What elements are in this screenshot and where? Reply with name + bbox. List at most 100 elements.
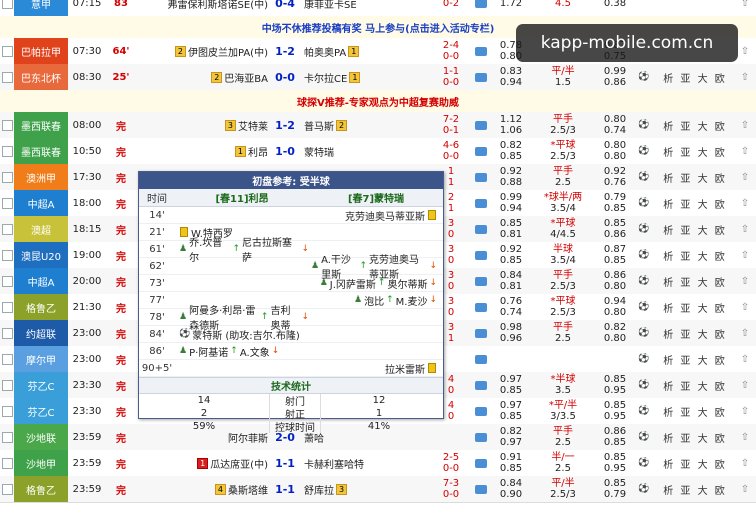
pin-top-icon[interactable]: ⇧ bbox=[736, 398, 754, 424]
pin-top-icon[interactable]: ⇧ bbox=[736, 242, 754, 268]
league-label[interactable]: 中超A bbox=[14, 190, 68, 216]
ball-icon[interactable]: ⚽ bbox=[634, 216, 654, 242]
odds-toggle-icon[interactable] bbox=[470, 38, 492, 64]
pin-top-icon[interactable]: ⇧ bbox=[736, 268, 754, 294]
row-checkbox[interactable] bbox=[2, 112, 13, 138]
row-checkbox[interactable] bbox=[2, 0, 13, 16]
row-checkbox[interactable] bbox=[2, 242, 13, 268]
score[interactable]: 1-2 bbox=[270, 112, 300, 138]
analysis-links[interactable]: 析 亚 大 欧 bbox=[656, 294, 734, 320]
analysis-links[interactable]: 析 亚 大 欧 bbox=[656, 268, 734, 294]
league-label[interactable]: 芬乙C bbox=[14, 398, 68, 424]
analysis-links[interactable]: 析 亚 大 欧 bbox=[656, 476, 734, 502]
score[interactable]: 1-1 bbox=[270, 450, 300, 476]
away-team[interactable]: 卡尔拉CE 1 bbox=[302, 64, 434, 90]
home-team[interactable]: 弗雷保利斯塔诺SE(中) bbox=[138, 0, 270, 16]
away-team[interactable]: 蒙特瑞 bbox=[302, 138, 434, 164]
analysis-links[interactable]: 析 亚 大 欧 bbox=[656, 190, 734, 216]
away-team[interactable]: 康菲亚卡SE bbox=[302, 0, 434, 16]
table-row[interactable]: 墨西联春 10:50 完 1 利昂 1-0 蒙特瑞 4-6 0-0 0.82 0.85 *平球 2.5/… bbox=[0, 138, 756, 165]
table-row[interactable]: 意甲 07:15 83 弗雷保利斯塔诺SE(中) 0-4 康菲亚卡SE 0-2 1.72 4.5… bbox=[0, 0, 756, 17]
analysis-links[interactable]: 析 亚 大 欧 bbox=[656, 450, 734, 476]
table-row[interactable]: 格鲁乙 23:59 完 4 桑斯塔维 1-1 舒库拉 3 7-3 0-0 0.84 0.90 平/半 2.… bbox=[0, 476, 756, 503]
row-checkbox[interactable] bbox=[2, 190, 13, 216]
league-label[interactable]: 中超A bbox=[14, 268, 68, 294]
analysis-links[interactable] bbox=[656, 0, 734, 16]
odds-toggle-icon[interactable] bbox=[470, 398, 492, 424]
pin-top-icon[interactable]: ⇧ bbox=[736, 372, 754, 398]
analysis-links[interactable]: 析 亚 大 欧 bbox=[656, 216, 734, 242]
ball-icon[interactable]: ⚽ bbox=[634, 64, 654, 90]
home-team[interactable]: 1 瓜达席亚(中) bbox=[138, 450, 270, 476]
league-label[interactable]: 约超联 bbox=[14, 320, 68, 346]
pin-top-icon[interactable]: ⇧ bbox=[736, 424, 754, 450]
pin-top-icon[interactable]: ⇧ bbox=[736, 346, 754, 372]
score[interactable]: 1-0 bbox=[270, 138, 300, 164]
analysis-links[interactable]: 析 亚 大 欧 bbox=[656, 138, 734, 164]
pin-top-icon[interactable]: ⇧ bbox=[736, 216, 754, 242]
row-checkbox[interactable] bbox=[2, 138, 13, 164]
home-team[interactable]: 2 伊图皮兰加PA(中) bbox=[138, 38, 270, 64]
row-checkbox[interactable] bbox=[2, 164, 13, 190]
ball-icon[interactable]: ⚽ bbox=[634, 476, 654, 502]
score[interactable]: 1-1 bbox=[270, 476, 300, 502]
away-team[interactable]: 帕奥奥PA 1 bbox=[302, 38, 434, 64]
ball-icon[interactable]: ⚽ bbox=[634, 424, 654, 450]
score[interactable]: 0-4 bbox=[270, 0, 300, 16]
row-checkbox[interactable] bbox=[2, 398, 13, 424]
league-label[interactable]: 巴东北杯 bbox=[14, 64, 68, 90]
odds-toggle-icon[interactable] bbox=[470, 242, 492, 268]
ball-icon[interactable]: ⚽ bbox=[634, 112, 654, 138]
ball-icon[interactable]: ⚽ bbox=[634, 320, 654, 346]
row-checkbox[interactable] bbox=[2, 424, 13, 450]
odds-toggle-icon[interactable] bbox=[470, 268, 492, 294]
odds-toggle-icon[interactable] bbox=[470, 64, 492, 90]
analysis-links[interactable]: 析 亚 大 欧 bbox=[656, 346, 734, 372]
row-checkbox[interactable] bbox=[2, 38, 13, 64]
league-label[interactable]: 格鲁乙 bbox=[14, 476, 68, 502]
odds-toggle-icon[interactable] bbox=[470, 424, 492, 450]
ball-icon[interactable]: ⚽ bbox=[634, 294, 654, 320]
away-team[interactable]: 卡赫利塞哈特 bbox=[302, 450, 434, 476]
odds-toggle-icon[interactable] bbox=[470, 190, 492, 216]
ball-icon[interactable]: ⚽ bbox=[634, 450, 654, 476]
odds-toggle-icon[interactable] bbox=[470, 372, 492, 398]
league-label[interactable]: 格鲁乙 bbox=[14, 294, 68, 320]
row-checkbox[interactable] bbox=[2, 346, 13, 372]
ball-icon[interactable]: ⚽ bbox=[634, 242, 654, 268]
pin-top-icon[interactable]: ⇧ bbox=[736, 64, 754, 90]
pin-top-icon[interactable]: ⇧ bbox=[736, 450, 754, 476]
home-team[interactable]: 2 巴海亚BA bbox=[138, 64, 270, 90]
pin-top-icon[interactable]: ⇧ bbox=[736, 164, 754, 190]
ball-icon[interactable]: ⚽ bbox=[634, 268, 654, 294]
odds-toggle-icon[interactable] bbox=[470, 476, 492, 502]
league-label[interactable]: 芬乙C bbox=[14, 372, 68, 398]
league-label[interactable]: 澳昆U20 bbox=[14, 242, 68, 268]
league-label[interactable]: 意甲 bbox=[14, 0, 68, 16]
ball-icon[interactable]: ⚽ bbox=[634, 190, 654, 216]
row-checkbox[interactable] bbox=[2, 216, 13, 242]
pin-top-icon[interactable]: ⇧ bbox=[736, 0, 754, 16]
odds-toggle-icon[interactable] bbox=[470, 138, 492, 164]
analysis-links[interactable]: 析 亚 大 欧 bbox=[656, 112, 734, 138]
analysis-links[interactable]: 析 亚 大 欧 bbox=[656, 398, 734, 424]
pin-top-icon[interactable]: ⇧ bbox=[736, 476, 754, 502]
odds-toggle-icon[interactable] bbox=[470, 294, 492, 320]
table-row[interactable]: 巴东北杯 08:30 25' 2 巴海亚BA 0-0 卡尔拉CE 1 1-1 0-0 0.83 0.9… bbox=[0, 64, 756, 91]
home-team[interactable]: 1 利昂 bbox=[138, 138, 270, 164]
row-checkbox[interactable] bbox=[2, 64, 13, 90]
league-label[interactable]: 澳超 bbox=[14, 216, 68, 242]
home-team[interactable]: 3 艾特莱 bbox=[138, 112, 270, 138]
league-label[interactable]: 沙地甲 bbox=[14, 450, 68, 476]
analysis-links[interactable]: 析 亚 大 欧 bbox=[656, 372, 734, 398]
ball-icon[interactable]: ⚽ bbox=[634, 138, 654, 164]
ball-icon[interactable]: ⚽ bbox=[634, 372, 654, 398]
row-checkbox[interactable] bbox=[2, 372, 13, 398]
table-row[interactable]: 沙地甲 23:59 完 1 瓜达席亚(中) 1-1 卡赫利塞哈特 2-5 0-0 0.91 0.85… bbox=[0, 450, 756, 477]
ball-icon[interactable]: ⚽ bbox=[634, 164, 654, 190]
analysis-links[interactable]: 析 亚 大 欧 bbox=[656, 242, 734, 268]
analysis-links[interactable]: 析 亚 大 欧 bbox=[656, 320, 734, 346]
promo-banner[interactable]: 球探V推荐-专家观点为中超复赛助威 bbox=[0, 90, 756, 113]
ball-icon[interactable]: ⚽ bbox=[634, 346, 654, 372]
pin-top-icon[interactable]: ⇧ bbox=[736, 294, 754, 320]
